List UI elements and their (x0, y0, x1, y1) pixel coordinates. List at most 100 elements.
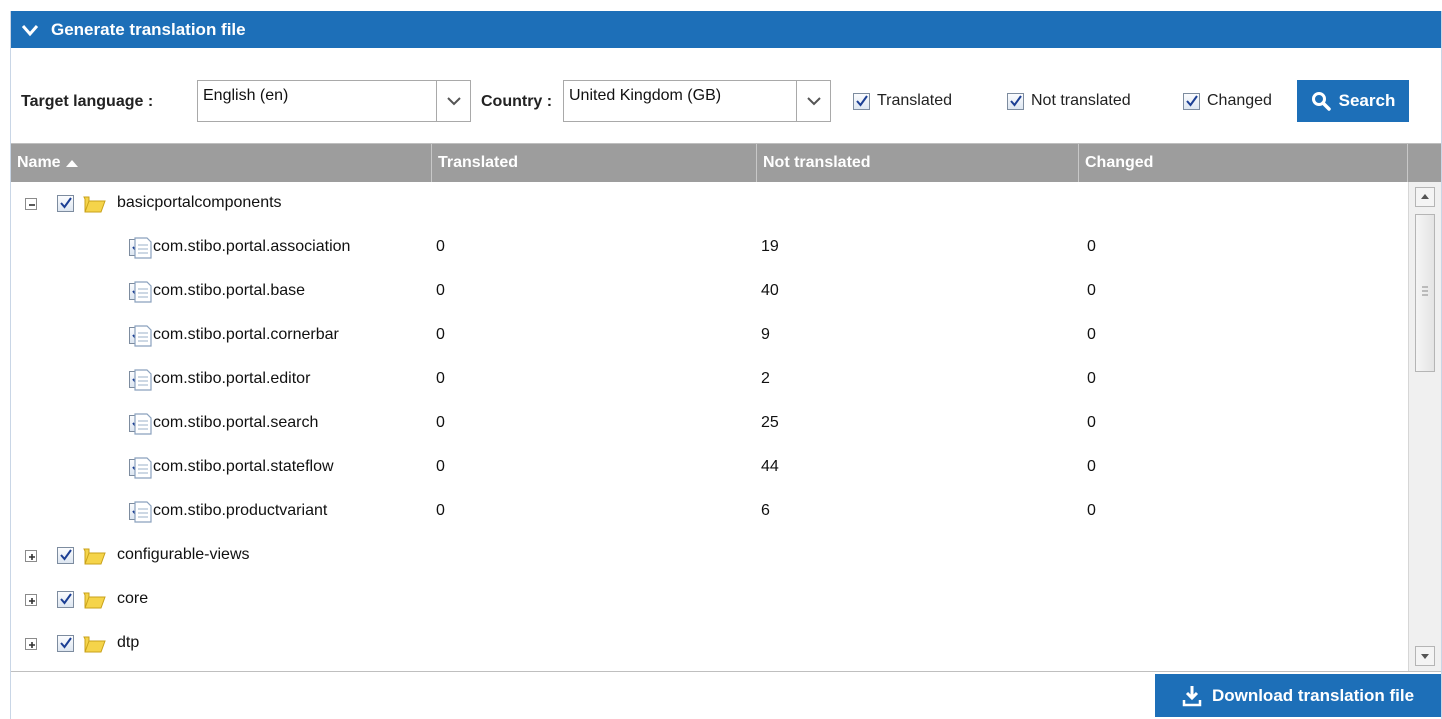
tree-file-row[interactable]: com.stibo.portal.association 0 19 0 (11, 226, 1408, 270)
not-translated-checkbox-label: Not translated (1031, 92, 1131, 109)
grid-rows: basicportalcomponents com.stibo.portal.as… (11, 182, 1408, 671)
folder-icon (83, 589, 107, 616)
search-button[interactable]: Search (1297, 80, 1409, 122)
checkmark-icon (60, 637, 72, 649)
download-translation-button[interactable]: Download translation file (1155, 674, 1441, 717)
row-checkbox[interactable] (57, 547, 74, 564)
not-translated-count: 6 (761, 502, 770, 519)
tree-folder-row[interactable]: core (11, 578, 1408, 622)
row-name: basicportalcomponents (117, 194, 282, 211)
target-language-select[interactable]: English (en) (197, 80, 471, 122)
changed-count: 0 (1087, 370, 1096, 387)
generate-translation-panel: Generate translation file Target languag… (10, 11, 1442, 719)
target-language-label: Target language : (21, 93, 154, 110)
row-name: com.stibo.portal.editor (153, 370, 311, 387)
not-translated-count: 9 (761, 326, 770, 343)
file-icon (133, 413, 153, 440)
translated-count: 0 (436, 502, 445, 519)
checkmark-icon (1010, 95, 1022, 107)
file-icon (133, 237, 153, 264)
country-dropdown-button[interactable] (796, 81, 830, 121)
file-icon (133, 369, 153, 396)
tree-file-row[interactable]: com.stibo.portal.stateflow 0 44 0 (11, 446, 1408, 490)
changed-count: 0 (1087, 414, 1096, 431)
collapse-node-icon[interactable] (25, 198, 37, 210)
not-translated-count: 25 (761, 414, 779, 431)
translated-checkbox-label: Translated (877, 92, 952, 109)
tree-file-row[interactable]: com.stibo.portal.base 0 40 0 (11, 270, 1408, 314)
changed-checkbox[interactable] (1183, 93, 1200, 110)
panel-title: Generate translation file (51, 19, 246, 39)
row-checkbox[interactable] (57, 591, 74, 608)
file-icon (133, 281, 153, 308)
column-header-name[interactable]: Name (11, 144, 432, 182)
column-header-not-translated[interactable]: Not translated (757, 144, 1079, 182)
row-name: core (117, 590, 149, 607)
not-translated-checkbox[interactable] (1007, 93, 1024, 110)
not-translated-count: 40 (761, 282, 779, 299)
row-name: com.stibo.portal.stateflow (153, 458, 334, 475)
translation-grid: Name Translated Not translated Changed b… (11, 143, 1441, 672)
checkmark-icon (60, 197, 72, 209)
search-icon (1311, 92, 1331, 111)
chevron-down-icon (806, 97, 821, 106)
tree-folder-row[interactable]: dtp (11, 622, 1408, 666)
arrow-up-icon (1421, 194, 1429, 199)
translated-count: 0 (436, 282, 445, 299)
checkmark-icon (1186, 95, 1198, 107)
tree-file-row[interactable]: com.stibo.portal.cornerbar 0 9 0 (11, 314, 1408, 358)
expand-node-icon[interactable] (25, 550, 37, 562)
filter-toolbar: Target language : English (en) Country :… (11, 48, 1441, 143)
translated-count: 0 (436, 414, 445, 431)
changed-count: 0 (1087, 282, 1096, 299)
checkmark-icon (60, 593, 72, 605)
target-language-dropdown-button[interactable] (436, 81, 470, 121)
vertical-scrollbar[interactable] (1408, 182, 1441, 671)
file-icon (133, 457, 153, 484)
row-name: dtp (117, 634, 140, 651)
tree-folder-row[interactable]: basicportalcomponents (11, 182, 1408, 226)
row-checkbox[interactable] (57, 635, 74, 652)
changed-checkbox-label: Changed (1207, 92, 1272, 109)
expand-node-icon[interactable] (25, 638, 37, 650)
tree-file-row[interactable]: com.stibo.portal.search 0 25 0 (11, 402, 1408, 446)
arrow-down-icon (1421, 654, 1429, 659)
row-name: com.stibo.portal.base (153, 282, 306, 299)
country-select[interactable]: United Kingdom (GB) (563, 80, 831, 122)
folder-icon (83, 193, 107, 220)
folder-icon (83, 545, 107, 572)
target-language-value: English (en) (203, 87, 289, 104)
row-name: com.stibo.productvariant (153, 502, 328, 519)
scroll-thumb[interactable] (1415, 214, 1435, 372)
translated-count: 0 (436, 370, 445, 387)
file-icon (133, 325, 153, 352)
tree-folder-row[interactable]: configurable-views (11, 534, 1408, 578)
row-name: configurable-views (117, 546, 250, 563)
chevron-down-icon (446, 97, 461, 106)
country-label: Country : (481, 93, 553, 110)
tree-file-row[interactable]: com.stibo.portal.editor 0 2 0 (11, 358, 1408, 402)
not-translated-count: 19 (761, 238, 779, 255)
translated-checkbox[interactable] (853, 93, 870, 110)
file-icon (133, 501, 153, 528)
country-value: United Kingdom (GB) (569, 87, 722, 104)
chevron-down-icon[interactable] (21, 21, 39, 39)
download-icon (1182, 685, 1202, 706)
changed-count: 0 (1087, 502, 1096, 519)
panel-header[interactable]: Generate translation file (11, 11, 1441, 48)
translated-count: 0 (436, 238, 445, 255)
translated-count: 0 (436, 326, 445, 343)
search-button-label: Search (1338, 91, 1396, 110)
scroll-down-button[interactable] (1415, 646, 1435, 666)
tree-file-row[interactable]: com.stibo.productvariant 0 6 0 (11, 490, 1408, 534)
expand-node-icon[interactable] (25, 594, 37, 606)
changed-count: 0 (1087, 458, 1096, 475)
scroll-up-button[interactable] (1415, 187, 1435, 207)
translated-count: 0 (436, 458, 445, 475)
checkmark-icon (856, 95, 868, 107)
column-header-translated[interactable]: Translated (432, 144, 757, 182)
row-checkbox[interactable] (57, 195, 74, 212)
row-name: com.stibo.portal.search (153, 414, 319, 431)
checkmark-icon (60, 549, 72, 561)
column-header-changed[interactable]: Changed (1079, 144, 1408, 182)
